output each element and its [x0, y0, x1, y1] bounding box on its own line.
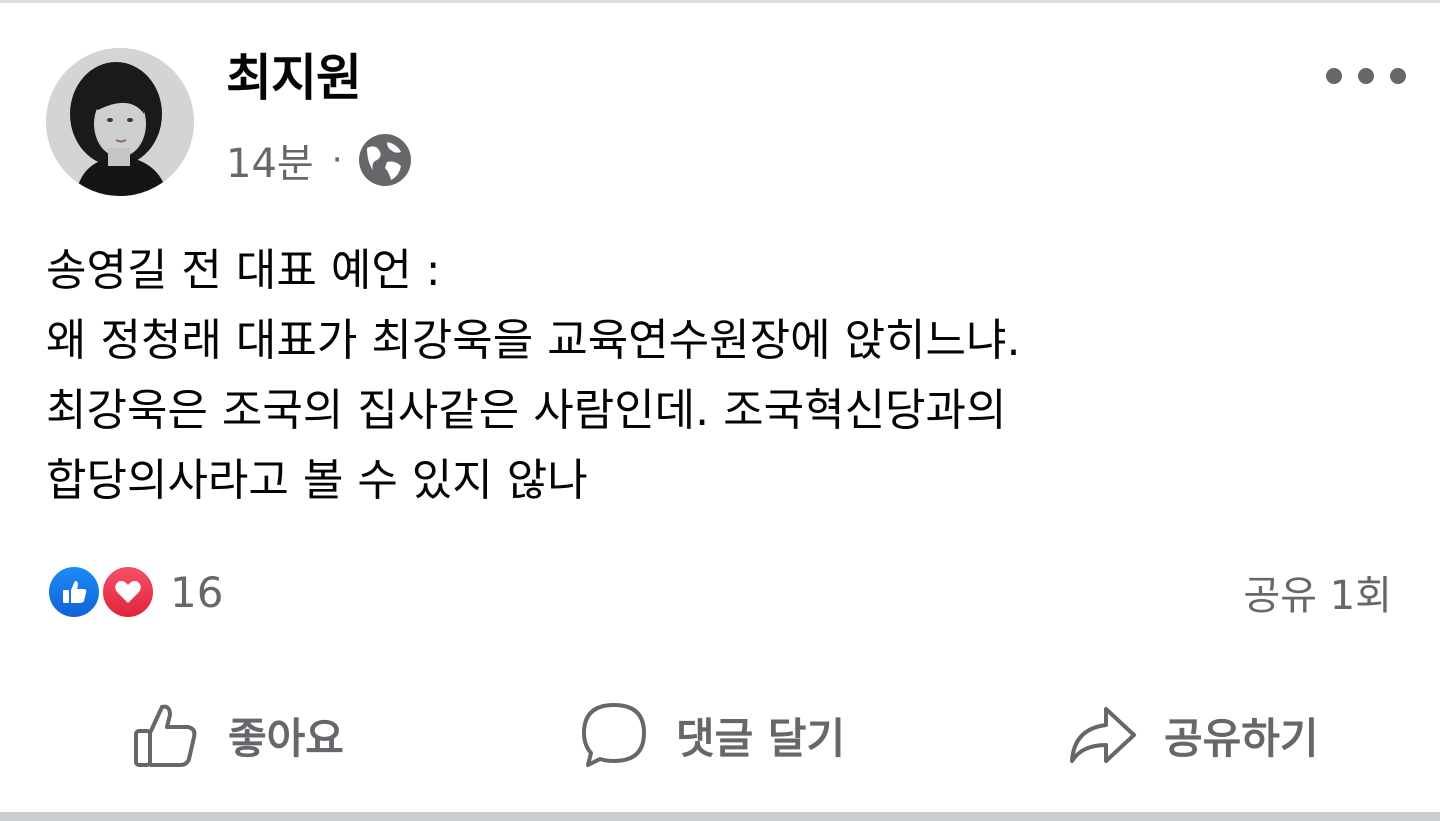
- author-name[interactable]: 최지원: [226, 42, 362, 114]
- more-dot: [1358, 68, 1374, 84]
- message-line: 왜 정청래 대표가 최강욱을 교육연수원장에 앉히느냐.: [46, 315, 1021, 366]
- more-options-button[interactable]: [1326, 56, 1406, 96]
- share-label: 공유하기: [1164, 713, 1319, 763]
- message-line: 최강욱은 조국의 집사같은 사람인데. 조국혁신당과의: [46, 385, 1007, 436]
- like-reaction-icon: [46, 564, 102, 620]
- thumbs-up-glyph: [63, 581, 87, 603]
- comment-bubble-icon: [582, 703, 646, 767]
- message-line: 송영길 전 대표 예언 :: [46, 245, 441, 296]
- message-line: 합당의사라고 볼 수 있지 않나: [46, 455, 588, 506]
- like-button[interactable]: 좋아요: [130, 690, 344, 780]
- love-reaction-icon: [100, 564, 156, 620]
- post-message: 송영길 전 대표 예언 : 왜 정청래 대표가 최강욱을 교육연수원장에 앉히느…: [46, 236, 1406, 516]
- comment-button[interactable]: 댓글 달기: [578, 690, 845, 780]
- avatar[interactable]: [46, 48, 194, 196]
- post-card: 최지원 14분 · 송영길 전 대표 예언 : 왜 정청래 대표가 최강욱을 교…: [0, 0, 1440, 821]
- avatar-photo: [46, 48, 194, 196]
- reaction-count: 16: [170, 567, 224, 617]
- like-label: 좋아요: [228, 713, 344, 763]
- globe-icon[interactable]: [357, 132, 413, 188]
- share-arrow-icon: [1070, 707, 1136, 763]
- top-divider: [0, 0, 1440, 3]
- reaction-summary[interactable]: 16: [46, 562, 223, 622]
- share-button[interactable]: 공유하기: [1066, 690, 1319, 780]
- comment-label: 댓글 달기: [676, 713, 846, 763]
- post-time[interactable]: 14분: [226, 131, 314, 189]
- meta-separator: ·: [331, 140, 343, 180]
- heart-glyph: [115, 581, 141, 603]
- more-dot: [1390, 68, 1406, 84]
- bottom-divider: [0, 812, 1440, 821]
- more-dot: [1326, 68, 1342, 84]
- share-count[interactable]: 공유 1회: [1243, 562, 1392, 622]
- post-meta: 14분 ·: [226, 128, 413, 192]
- action-bar: 좋아요 댓글 달기 공유하기: [0, 690, 1440, 780]
- thumbs-up-icon: [134, 704, 197, 767]
